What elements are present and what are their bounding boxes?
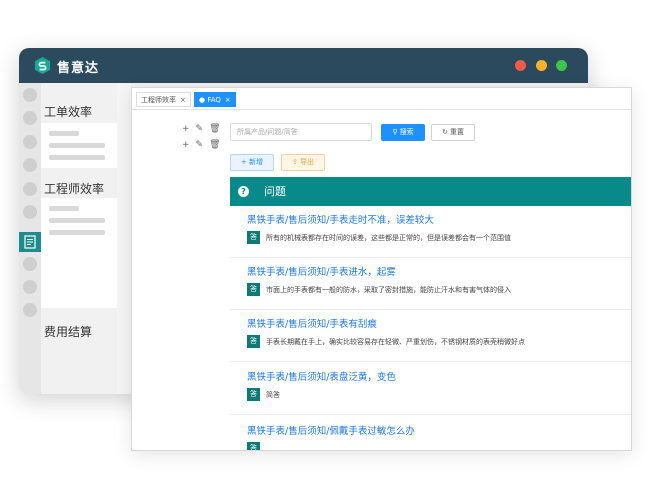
faq-answer: 简答 <box>266 391 280 399</box>
search-button-label: 搜索 <box>399 128 414 136</box>
icon-rail <box>19 83 41 394</box>
edit-icon[interactable]: ✎ <box>196 140 204 150</box>
sidebar-section-title[interactable]: 工程师效率 <box>44 180 104 197</box>
sidebar-section-title[interactable]: 费用结算 <box>44 323 92 340</box>
faq-question-link[interactable]: 黑铁手表/售后须知/手表走时不准，误差较大 <box>247 212 434 226</box>
divider <box>230 361 631 362</box>
divider <box>230 414 631 415</box>
reset-button-label: 重置 <box>450 128 465 136</box>
tab-bar: 工程师效率 × ● FAQ × <box>132 88 631 110</box>
maximize-window-button[interactable] <box>556 60 567 71</box>
tab-label: FAQ <box>207 96 221 104</box>
tab-label: 工程师效率 <box>141 96 176 104</box>
faq-item: 黑铁手表/售后须知/佩戴手表过敏怎么办 答 <box>230 417 631 450</box>
rail-nav-icon[interactable] <box>23 111 37 125</box>
rail-nav-icon[interactable] <box>23 303 37 317</box>
search-button[interactable]: ⚲ 搜索 <box>381 124 425 141</box>
placeholder-bar <box>49 131 79 136</box>
tab-faq[interactable]: ● FAQ × <box>194 92 236 107</box>
faq-question-link[interactable]: 黑铁手表/售后须知/手表进水，起雾 <box>247 264 396 278</box>
sidebar-panel <box>41 123 117 168</box>
faq-question-link[interactable]: 黑铁手表/售后须知/手表有刮痕 <box>247 316 377 330</box>
faq-question-link[interactable]: 黑铁手表/售后须知/表盘泛黄，变色 <box>247 369 396 383</box>
export-icon: ⇪ <box>291 158 298 166</box>
back-content-strip <box>117 83 131 394</box>
add-icon[interactable]: + <box>182 124 190 134</box>
row-actions: + ✎ 🗑 <box>182 140 227 150</box>
sidebar-section-title[interactable]: 工单效率 <box>44 103 92 120</box>
rail-nav-icon[interactable] <box>23 280 37 294</box>
minimize-window-button[interactable] <box>536 60 547 71</box>
rail-nav-icon[interactable] <box>23 88 37 102</box>
faq-answer: 所有的机械表都存在时间的误差，这些都是正常的，但是误差都会有一个范围值 <box>266 234 511 242</box>
search-icon: ⚲ <box>392 128 398 136</box>
close-window-button[interactable] <box>515 60 526 71</box>
reset-button[interactable]: ↻ 重置 <box>431 124 475 141</box>
faq-item: 黑铁手表/售后须知/手表有刮痕 答 手表长期戴在手上，确实比较容易存在轻微、严重… <box>230 310 631 362</box>
rail-nav-icon[interactable] <box>23 205 37 219</box>
placeholder-bar <box>49 218 105 223</box>
search-input[interactable]: 所属产品/问题/简答 <box>230 123 372 141</box>
faq-section-header: ? 问题 <box>230 177 631 206</box>
answer-badge: 答 <box>247 335 260 348</box>
faq-item: 黑铁手表/售后须知/手表进水，起雾 答 市面上的手表都有一般的防水，采取了密封措… <box>230 258 631 310</box>
edit-icon[interactable]: ✎ <box>196 124 204 134</box>
placeholder-bar <box>49 206 79 211</box>
tab-engineer-efficiency[interactable]: 工程师效率 × <box>136 92 191 107</box>
brand-name: 售意达 <box>57 61 100 76</box>
close-icon[interactable]: × <box>180 96 186 104</box>
logo-icon <box>34 56 51 75</box>
titlebar: 售意达 <box>19 48 588 83</box>
export-button[interactable]: ⇪ 导出 <box>281 154 325 171</box>
answer-badge: 答 <box>247 283 260 296</box>
add-icon[interactable]: + <box>182 140 190 150</box>
placeholder-bar <box>49 155 105 160</box>
answer-badge: 答 <box>247 388 260 401</box>
section-title: 问题 <box>264 185 286 198</box>
placeholder-bar <box>49 143 105 148</box>
faq-window: 工程师效率 × ● FAQ × + ✎ 🗑 + ✎ 🗑 所属产品/问题/简答 ⚲ 搜索 ↻ … <box>131 87 632 451</box>
delete-icon[interactable]: 🗑 <box>209 124 220 134</box>
rail-nav-icon[interactable] <box>23 257 37 271</box>
faq-item: 黑铁手表/售后须知/手表走时不准，误差较大 答 所有的机械表都存在时间的误差，这… <box>230 206 631 258</box>
rail-nav-icon[interactable] <box>23 182 37 196</box>
add-button[interactable]: + 新增 <box>230 154 274 171</box>
close-icon[interactable]: × <box>225 96 231 104</box>
faq-question-link[interactable]: 黑铁手表/售后须知/佩戴手表过敏怎么办 <box>247 423 415 437</box>
rail-active-item[interactable] <box>19 232 41 252</box>
faq-answer: 市面上的手表都有一般的防水，采取了密封措施，能防止汗水和有害气体的侵入 <box>266 286 511 294</box>
delete-icon[interactable]: 🗑 <box>209 140 220 150</box>
export-button-label: 导出 <box>300 158 315 166</box>
answer-badge: 答 <box>247 231 260 244</box>
sidebar-panel <box>41 198 117 308</box>
faq-answer: 手表长期戴在手上，确实比较容易存在轻微、严重划伤，不锈钢材质的表壳稍微好点 <box>266 338 525 346</box>
rail-nav-icon[interactable] <box>23 135 37 149</box>
document-icon <box>24 235 36 249</box>
question-circle-icon: ? <box>238 186 249 197</box>
faq-item: 黑铁手表/售后须知/表盘泛黄，变色 答 简答 <box>230 363 631 415</box>
answer-badge: 答 <box>247 442 260 450</box>
rail-nav-icon[interactable] <box>23 158 37 172</box>
placeholder-bar <box>49 230 105 235</box>
refresh-icon: ↻ <box>441 128 448 136</box>
row-actions: + ✎ 🗑 <box>182 124 227 134</box>
